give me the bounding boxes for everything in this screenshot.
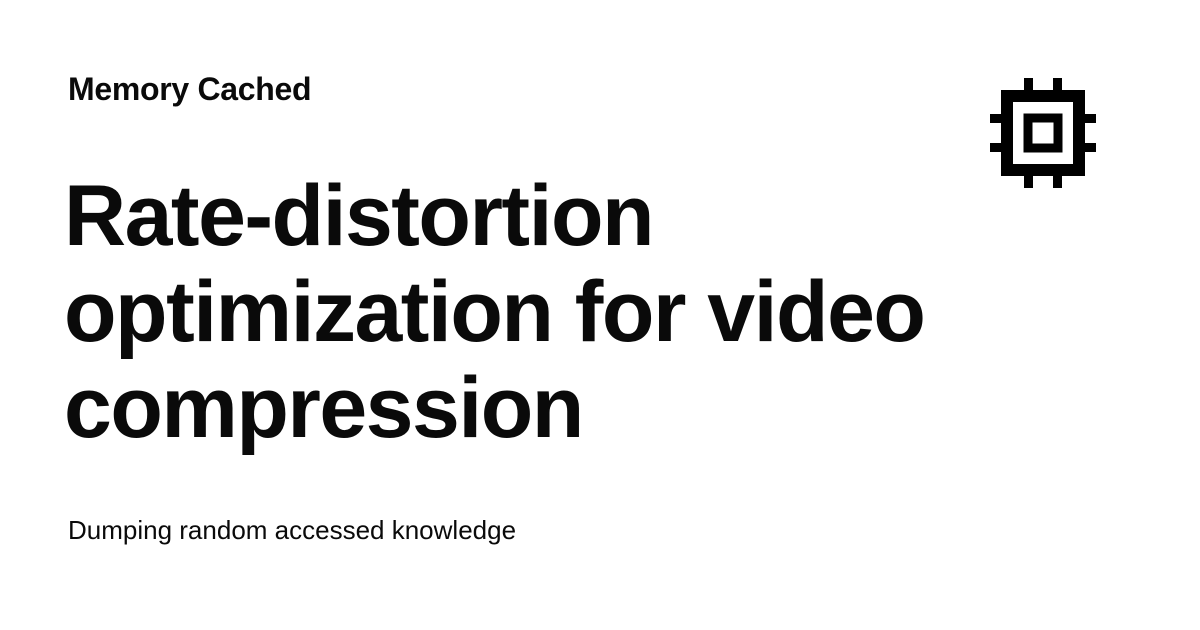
site-tagline: Dumping random accessed knowledge (68, 515, 517, 545)
cpu-chip-icon (986, 76, 1100, 190)
social-card: Memory Cached Rate-distortion optimizati… (0, 0, 1200, 630)
chip-core (1023, 113, 1063, 153)
post-title: Rate-distortion optimization for video c… (64, 168, 926, 456)
chip-pin (1084, 143, 1096, 152)
chip-pin (1053, 78, 1062, 92)
chip-body (1001, 90, 1085, 176)
chip-pin (1084, 114, 1096, 123)
chip-pin (990, 114, 1002, 123)
chip-pin (1024, 78, 1033, 92)
site-name: Memory Cached (68, 71, 312, 107)
chip-pin (990, 143, 1002, 152)
chip-pin (1053, 174, 1062, 188)
chip-pin (1024, 174, 1033, 188)
cpu-chip-svg (990, 78, 1096, 188)
